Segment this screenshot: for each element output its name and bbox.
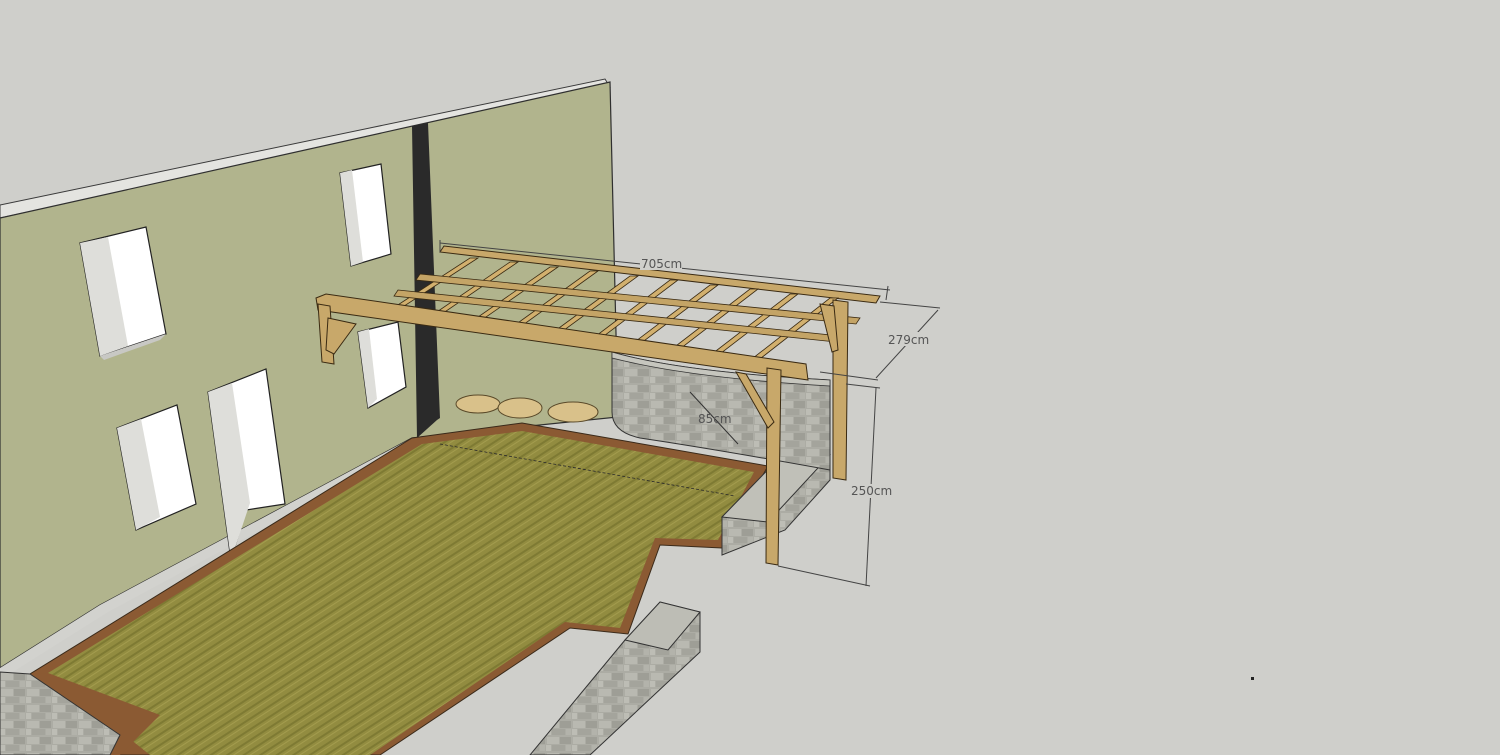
3d-scene[interactable]: 85cm 705cm 279cm 250cm	[0, 0, 1500, 755]
pergola-post-front	[765, 367, 782, 566]
modeling-viewport[interactable]: 85cm 705cm 279cm 250cm	[0, 0, 1500, 755]
planter-radius-label: 85cm	[698, 412, 732, 426]
dimension-depth-label: 279cm	[888, 333, 929, 347]
dimension-height-label: 250cm	[851, 484, 892, 498]
cursor-marker	[1251, 677, 1254, 680]
dimension-length-label: 705cm	[641, 257, 682, 271]
